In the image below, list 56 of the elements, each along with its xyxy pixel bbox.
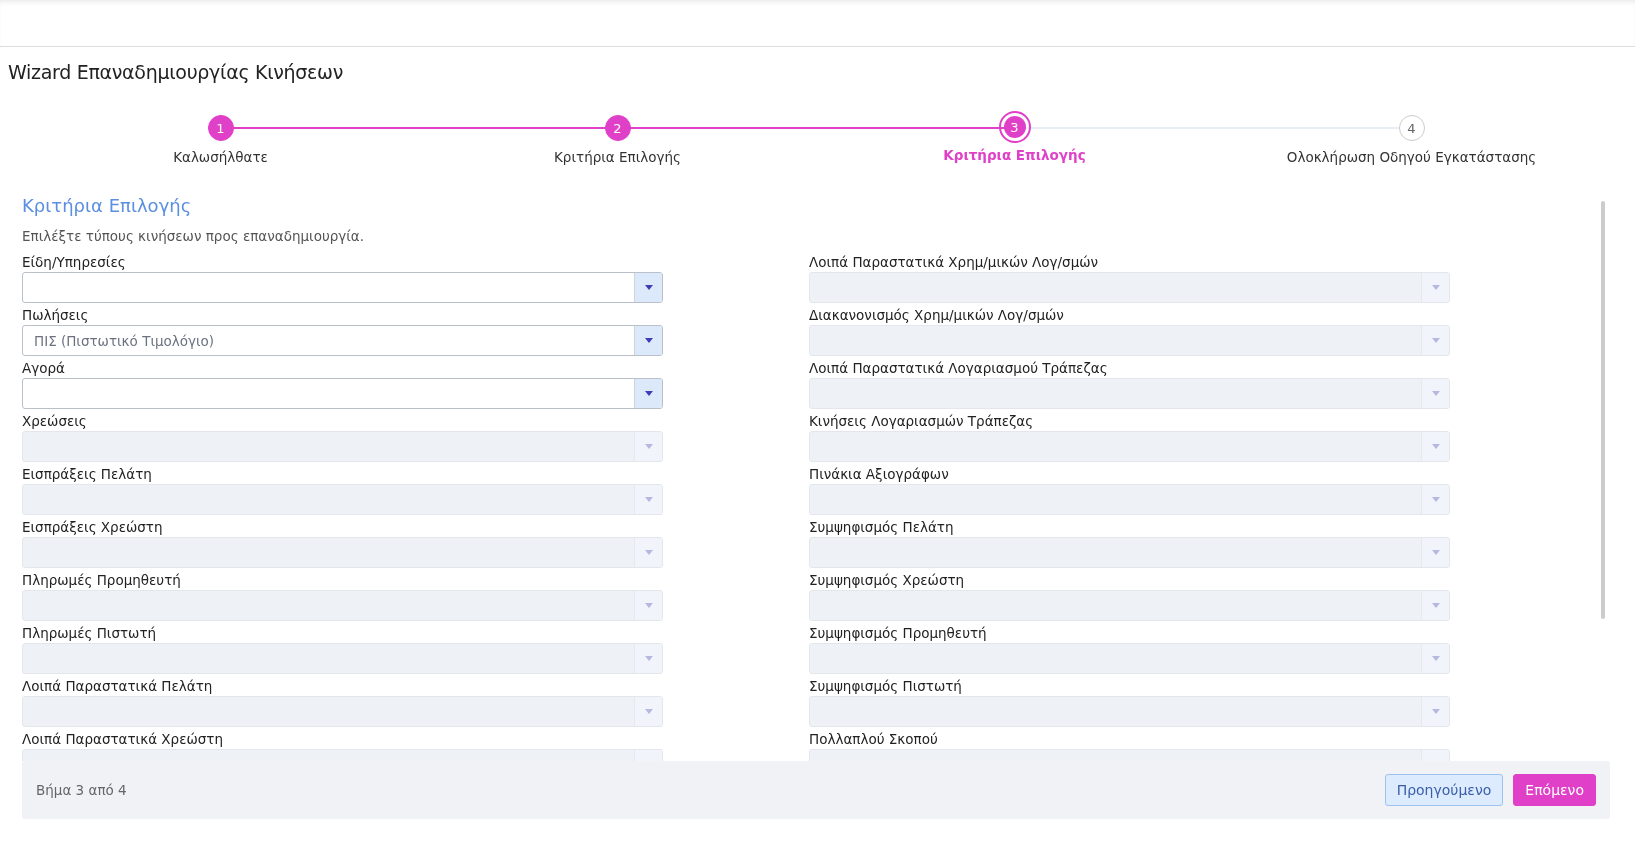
caret-icon [1431,550,1440,555]
field-label: Εισπράξεις Χρεώστη [22,518,164,537]
caret-icon [644,391,653,396]
step-label: Ολοκλήρωση Οδηγού Εγκατάστασης [1286,149,1537,165]
next-button[interactable]: Επόμενο [1513,774,1596,806]
field-label: Συμψηφισμός Χρεώστη [809,571,966,590]
field-label: Συμψηφισμός Πιστωτή [809,677,963,696]
caret-icon [1431,338,1440,343]
caret-icon [644,709,653,714]
step-circle[interactable]: 1 [207,115,234,141]
scrollbar[interactable] [1601,201,1605,619]
caret-icon [644,656,653,661]
caret-icon [644,338,653,343]
previous-button[interactable]: Προηγούμενο [1384,774,1504,806]
field-label: Πωλήσεις [22,306,90,325]
caret-icon [1431,285,1440,290]
field-label: Συμψηφισμός Πελάτη [809,518,955,537]
page-title: Wizard Επαναδημιουργίας Κινήσεων [8,61,344,83]
step-circle[interactable]: 4 [1398,115,1425,141]
step-label: Κριτήρια Επιλογής [554,149,681,165]
field-label: Συμψηφισμός Προμηθευτή [809,624,988,643]
caret-icon [644,603,653,608]
step-circle[interactable]: 2 [604,115,631,141]
field-label: Λοιπά Παραστατικά Χρημ/μικών Λογ/σμών [809,253,1100,272]
step-label: Καλωσήλθατε [173,149,268,165]
field-label: Εισπράξεις Πελάτη [22,465,153,484]
caret-icon [1431,391,1440,396]
caret-icon [1431,603,1440,608]
caret-icon [644,550,653,555]
field-label: Πολλαπλού Σκοπού [809,730,939,749]
caret-icon [1431,497,1440,502]
caret-icon [644,497,653,502]
section-description: Επιλέξτε τύπους κινήσεων προς επαναδημιουργία. [22,228,365,244]
field-label: Πληρωμές Πιστωτή [22,624,158,643]
field-label: Κινήσεις Λογαριασμών Τράπεζας [809,412,1035,431]
caret-icon [1431,709,1440,714]
caret-icon [1431,656,1440,661]
field-label: Είδη/Υπηρεσίες [22,253,127,272]
step-label: Κριτήρια Επιλογής [943,147,1086,163]
step-counter: Βήμα 3 από 4 [36,782,128,798]
step-circle[interactable]: 3 [998,111,1031,143]
caret-icon [1431,444,1440,449]
select-field[interactable] [22,378,663,409]
caret-icon [644,285,653,290]
field-label: Πινάκια Αξιογράφων [809,465,950,484]
field-label: Λοιπά Παραστατικά Πελάτη [22,677,214,696]
field-label: Χρεώσεις [22,412,88,431]
field-label: Λοιπά Παραστατικά Λογαριασμού Τράπεζας [809,359,1109,378]
section-title: Κριτήρια Επιλογής [22,195,193,216]
caret-icon [644,444,653,449]
field-label: Αγορά [22,359,66,378]
field-label: Διακανονισμός Χρημ/μικών Λογ/σμών [809,306,1065,325]
select-field[interactable] [22,272,663,303]
field-label: Λοιπά Παραστατικά Χρεώστη [22,730,224,749]
field-label: Πληρωμές Προμηθευτή [22,571,182,590]
select-field[interactable]: ΠΙΣ (Πιστωτικό Τιμολόγιο) [22,325,663,356]
